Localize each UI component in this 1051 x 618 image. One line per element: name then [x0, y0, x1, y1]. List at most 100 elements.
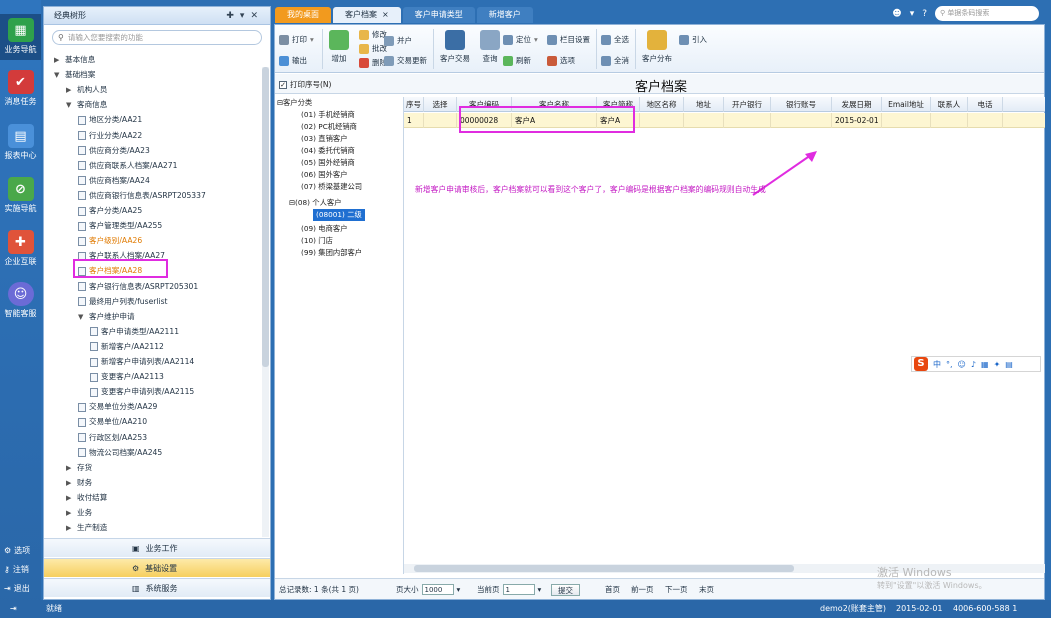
logout-link[interactable]: ⚷ 注销: [4, 564, 29, 575]
chevron-down-icon[interactable]: ▾: [538, 585, 542, 594]
options-link[interactable]: ⚙ 选项: [4, 545, 30, 556]
page-size-input[interactable]: 1000: [421, 584, 454, 595]
category-item[interactable]: (07) 桥梁基建公司: [301, 181, 362, 193]
select-all-button[interactable]: 全选: [601, 34, 629, 45]
tree-item[interactable]: 新增客户申请列表/AA2114: [90, 355, 194, 369]
tree-item[interactable]: 行政区划/AA253: [78, 431, 147, 445]
batch-edit-button[interactable]: 批改: [359, 43, 387, 54]
tree-item[interactable]: ▶ 生产制造: [66, 521, 107, 535]
column-header[interactable]: Email地址: [882, 97, 931, 112]
tree-item[interactable]: 客户管理类型/AA255: [78, 219, 162, 233]
tree-item[interactable]: ▶ 业务: [66, 506, 92, 520]
chevron-down-icon[interactable]: ▾: [910, 9, 915, 19]
function-search[interactable]: ⚲ 请输入您要搜索的功能: [52, 30, 262, 45]
column-header[interactable]: 联系人: [931, 97, 968, 112]
trade-update-button[interactable]: 交易更新: [384, 55, 427, 66]
tree-item[interactable]: ▶ 机构人员: [66, 83, 107, 97]
tree-item[interactable]: ▶ 存货: [66, 461, 92, 475]
column-header[interactable]: 电话: [968, 97, 1003, 112]
table-cell[interactable]: [640, 113, 684, 128]
table-cell[interactable]: [724, 113, 771, 128]
category-item[interactable]: (04) 委托代销商: [301, 145, 355, 157]
tree-item[interactable]: 客户分类/AA25: [78, 204, 142, 218]
table-cell[interactable]: [882, 113, 931, 128]
tree-item[interactable]: 客户银行信息表/ASRPT205301: [78, 280, 198, 294]
tree-item[interactable]: 变更客户申请列表/AA2115: [90, 385, 194, 399]
column-header[interactable]: 序号: [404, 97, 424, 112]
category-item[interactable]: (03) 直销客户: [301, 133, 348, 145]
tree-item[interactable]: ▼ 基础档案: [54, 68, 95, 82]
collapse-icon[interactable]: ⊟: [289, 197, 295, 209]
rail-implementation[interactable]: ⊘ 实施导航: [0, 177, 41, 223]
tree-item[interactable]: ▶ 财务: [66, 476, 92, 490]
tree-item[interactable]: ▼ 客户维护申请: [78, 310, 135, 324]
panel-controls[interactable]: ✚▾✕: [226, 7, 264, 25]
edit-button[interactable]: 修改: [359, 29, 387, 40]
customer-distribution-button[interactable]: 客户分布: [638, 30, 676, 64]
category-item[interactable]: (08) 个人客户: [295, 197, 342, 209]
table-cell[interactable]: [931, 113, 968, 128]
chevron-down-icon[interactable]: ▾: [457, 585, 461, 594]
tree-item[interactable]: 最终用户列表/fuserlist: [78, 295, 168, 309]
add-button[interactable]: 增加: [322, 30, 356, 64]
tree-item[interactable]: 新增客户/AA2112: [90, 340, 164, 354]
exit-link[interactable]: ⇥ 退出: [4, 583, 30, 594]
tree-item[interactable]: 供应商银行信息表/ASRPT205337: [78, 189, 206, 203]
current-page-input[interactable]: 1: [502, 584, 535, 595]
delete-button[interactable]: 删除: [359, 57, 387, 68]
tab-desktop[interactable]: 我的桌面: [275, 7, 331, 23]
refresh-button[interactable]: 刷新: [503, 55, 531, 66]
table-cell[interactable]: 1: [404, 113, 424, 128]
category-item[interactable]: (02) PC机经销商: [301, 121, 357, 133]
tree-item[interactable]: 物流公司档案/AA245: [78, 446, 162, 460]
category-item[interactable]: (01) 手机经销商: [301, 109, 355, 121]
category-item[interactable]: (99) 集团内部客户: [301, 247, 362, 259]
category-item[interactable]: (09) 电商客户: [301, 223, 348, 235]
column-header[interactable]: 开户银行: [724, 97, 771, 112]
rail-enterprise[interactable]: ✚ 企业互联: [0, 230, 41, 276]
rail-support[interactable]: ☺ 智能客服: [0, 282, 41, 328]
collapse-icon[interactable]: ⊟: [277, 97, 283, 109]
column-header[interactable]: 选择: [424, 97, 457, 112]
help-icon[interactable]: ?: [922, 9, 927, 19]
table-cell[interactable]: [968, 113, 1003, 128]
tree-item[interactable]: 客户级别/AA26: [78, 234, 142, 248]
tree-item[interactable]: ▶ 基本信息: [54, 53, 95, 67]
category-item[interactable]: (08001) 二级: [313, 209, 365, 221]
customer-trade-button[interactable]: 客户交易: [437, 30, 473, 64]
smiley-icon[interactable]: ☻: [892, 9, 901, 19]
column-header[interactable]: 地区名称: [640, 97, 684, 112]
table-cell[interactable]: [771, 113, 832, 128]
close-icon[interactable]: ×: [382, 7, 389, 23]
query-button[interactable]: 查询: [473, 30, 507, 64]
prev-page-link[interactable]: 前一页: [631, 584, 654, 595]
rail-business-nav[interactable]: ▦ 业务导航: [0, 14, 41, 60]
tree-item[interactable]: 变更客户/AA2113: [90, 370, 164, 384]
tree-item[interactable]: 客户申请类型/AA2111: [90, 325, 179, 339]
tree-item[interactable]: ▼ 客商信息: [66, 98, 107, 112]
tab-new-customer[interactable]: 新增客户: [476, 7, 533, 23]
category-item[interactable]: (05) 国外经销商: [301, 157, 355, 169]
export-button[interactable]: 输出: [279, 55, 307, 66]
tree-scrollbar[interactable]: [262, 67, 269, 537]
nav-basic-settings[interactable]: ⚙ 基础设置: [44, 558, 270, 577]
jump-button[interactable]: 提交: [551, 584, 580, 596]
first-page-link[interactable]: 首页: [605, 584, 620, 595]
options-button[interactable]: 选项: [547, 55, 575, 66]
tree-item[interactable]: 供应商联系人档案/AA271: [78, 159, 177, 173]
tree-item[interactable]: 行业分类/AA22: [78, 129, 142, 143]
tree-item[interactable]: 交易单位分类/AA29: [78, 400, 157, 414]
tree-item[interactable]: 供应商分类/AA23: [78, 144, 150, 158]
nav-system-service[interactable]: ▥ 系统服务: [44, 578, 270, 597]
table-cell[interactable]: 2015-02-01: [832, 113, 882, 128]
nav-business-work[interactable]: ▣ 业务工作: [44, 538, 270, 557]
column-header[interactable]: 银行账号: [771, 97, 832, 112]
tree-item[interactable]: ▶ 收付结算: [66, 491, 107, 505]
print-seq-checkbox[interactable]: ✓ 打印序号(N): [279, 79, 331, 90]
tree-item[interactable]: 交易单位/AA210: [78, 415, 147, 429]
deselect-all-button[interactable]: 全消: [601, 55, 629, 66]
table-cell[interactable]: [684, 113, 724, 128]
table-cell[interactable]: [424, 113, 457, 128]
merge-button[interactable]: 并户: [384, 35, 412, 46]
category-item[interactable]: (10) 门店: [301, 235, 333, 247]
